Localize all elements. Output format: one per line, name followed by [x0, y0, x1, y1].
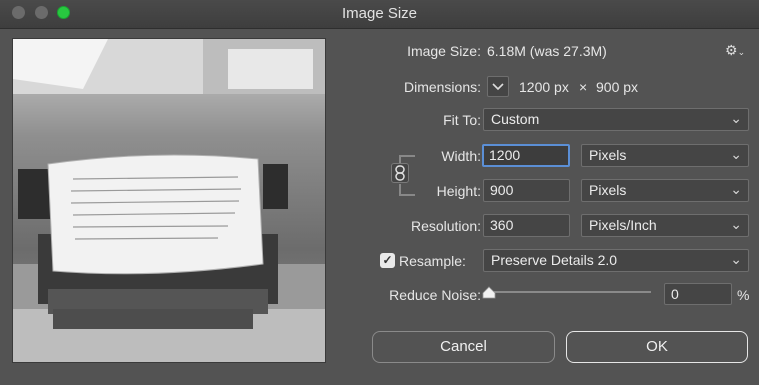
title-bar: Image Size: [0, 0, 759, 29]
dimensions-times: ×: [579, 79, 588, 95]
chevron-down-icon: ⌄: [730, 181, 742, 197]
image-size-value: 6.18M (was 27.3M): [487, 43, 607, 59]
fit-to-value: Custom: [491, 111, 540, 127]
window-title: Image Size: [341, 5, 418, 22]
ok-button[interactable]: OK: [566, 331, 748, 363]
height-label: Height:: [436, 183, 481, 199]
dimensions-unit-dropdown[interactable]: [487, 76, 509, 97]
width-input[interactable]: 1200: [482, 144, 570, 167]
height-unit-value: Pixels: [589, 182, 627, 198]
resample-method-value: Preserve Details 2.0: [491, 252, 618, 268]
cancel-button[interactable]: Cancel: [372, 331, 555, 363]
typewriter-photo: [13, 39, 325, 362]
height-unit-select[interactable]: Pixels ⌄: [581, 179, 749, 202]
resolution-label: Resolution:: [410, 218, 481, 234]
chevron-down-icon: ⌄: [730, 251, 742, 267]
width-unit-select[interactable]: Pixels ⌄: [581, 144, 749, 167]
dimensions-width: 1200 px: [519, 79, 569, 95]
reduce-noise-label: Reduce Noise:: [389, 287, 481, 303]
resolution-input[interactable]: 360: [483, 214, 570, 237]
reduce-noise-slider-thumb[interactable]: [482, 286, 496, 300]
resolution-unit-select[interactable]: Pixels/Inch ⌄: [581, 214, 749, 237]
image-size-label: Image Size:: [407, 43, 481, 59]
fit-to-label: Fit To:: [443, 112, 481, 128]
chevron-down-icon: ⌄: [730, 146, 742, 162]
fit-to-select[interactable]: Custom ⌄: [483, 108, 749, 131]
gear-icon[interactable]: ⚙⌄: [725, 42, 745, 59]
image-preview[interactable]: [12, 38, 326, 363]
chevron-down-icon: ⌄: [730, 216, 742, 232]
chevron-down-icon: ⌄: [730, 110, 742, 126]
link-glyph: [395, 165, 405, 181]
resample-method-select[interactable]: Preserve Details 2.0 ⌄: [483, 249, 749, 272]
height-input[interactable]: 900: [483, 179, 570, 202]
dimensions-label: Dimensions:: [403, 79, 481, 95]
reduce-noise-unit: %: [737, 287, 750, 303]
width-label: Width:: [441, 148, 481, 164]
chain-link-icon[interactable]: [391, 163, 409, 183]
reduce-noise-slider-track[interactable]: [489, 291, 651, 293]
chevron-down-icon: [492, 83, 504, 91]
reduce-noise-input[interactable]: 0: [664, 283, 732, 305]
resolution-unit-value: Pixels/Inch: [589, 217, 657, 233]
resample-checkbox[interactable]: ✓: [380, 253, 395, 268]
width-unit-value: Pixels: [589, 147, 627, 163]
dimensions-height: 900 px: [596, 79, 639, 95]
resample-label: Resample:: [399, 253, 466, 269]
